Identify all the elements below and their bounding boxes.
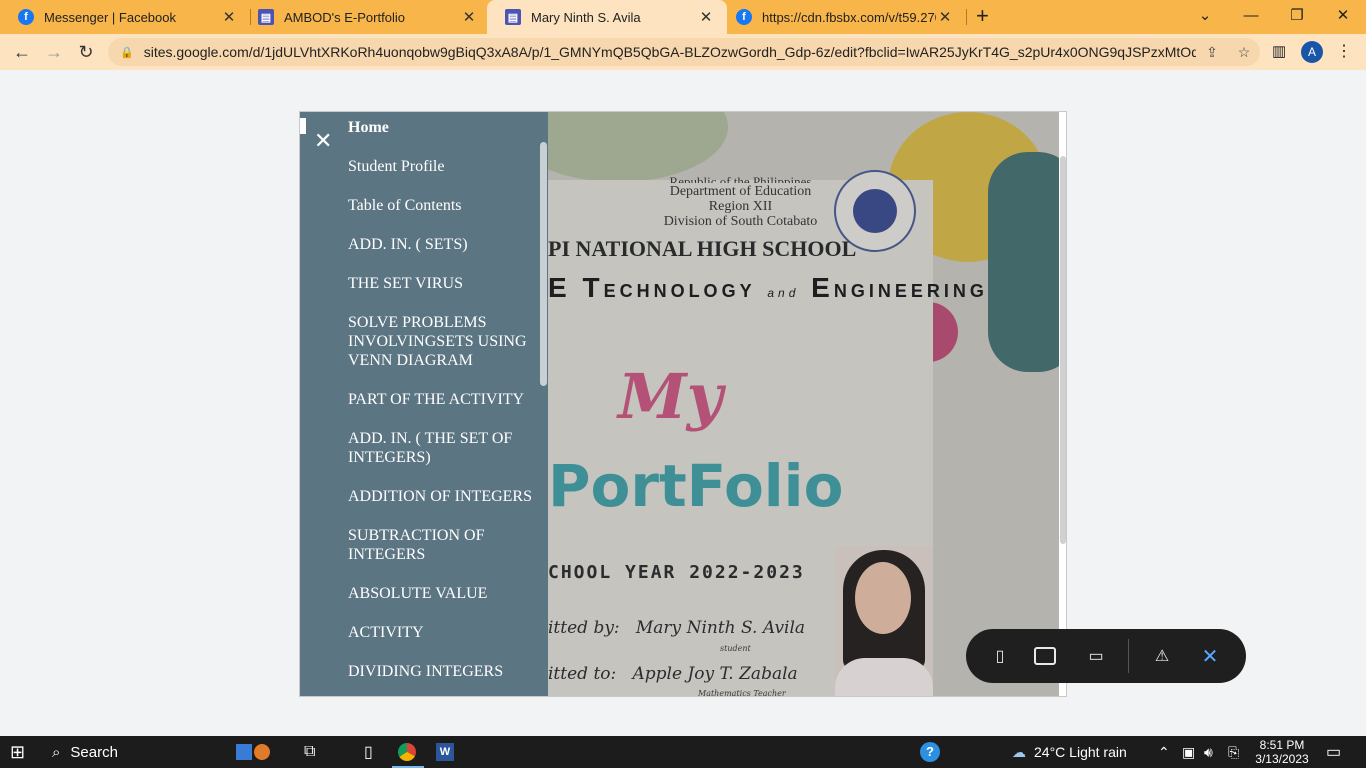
nav-item-table-of-contents[interactable]: Table of Contents (348, 196, 534, 215)
tab-title: Mary Ninth S. Avila (531, 9, 641, 25)
nav-item-absolute-value[interactable]: ABSOLUTE VALUE (348, 584, 534, 603)
close-tab-icon[interactable]: ✕ (460, 8, 478, 26)
page-content: Republic of the Philippines Department o… (0, 70, 1366, 736)
nav-item-student-profile[interactable]: Student Profile (348, 157, 534, 176)
tab-separator (966, 9, 967, 25)
google-sites-icon: ▤ (258, 9, 274, 25)
site-preview-frame: Republic of the Philippines Department o… (299, 111, 1067, 697)
windows-start-icon[interactable]: ⊞ (10, 736, 25, 768)
new-tab-button[interactable]: + (976, 3, 989, 29)
tab-ambod-portfolio[interactable]: ▤ AMBOD's E-Portfolio ✕ (240, 0, 490, 34)
menu-kebab-icon[interactable]: ⋮ (1336, 41, 1352, 61)
preview-scrollbar[interactable] (1060, 156, 1066, 544)
weather-widget[interactable]: ☁ 24°C Light rain (1012, 736, 1127, 768)
volume-icon[interactable]: 🔊︎ (1204, 736, 1213, 768)
phone-icon[interactable]: ▯ (986, 642, 1014, 670)
nav-item-add-in-sets[interactable]: ADD. IN. ( SETS) (348, 235, 534, 254)
minimize-button[interactable]: — (1228, 0, 1274, 30)
nav-focus-marker (300, 118, 306, 134)
profile-avatar[interactable]: A (1301, 41, 1323, 63)
url-text: sites.google.com/d/1jdULVhtXRKoRh4uonqob… (143, 44, 1196, 60)
lock-icon[interactable]: 🔒 (120, 46, 134, 59)
show-hidden-icons-chevron[interactable]: ⌃ (1158, 736, 1170, 768)
back-button[interactable]: ← (10, 40, 34, 64)
feedback-icon[interactable]: ⚠ (1148, 642, 1176, 670)
reload-button[interactable]: ↻ (74, 40, 98, 64)
share-icon[interactable]: ⇪ (1196, 44, 1228, 61)
clock-time: 8:51 PM (1259, 738, 1305, 752)
side-panel-icon[interactable]: ▥ (1272, 42, 1286, 60)
nav-list: Home Student Profile Table of Contents A… (348, 118, 534, 696)
preview-device-toolbar: ▯ ▭ ⚠ ✕ (966, 629, 1246, 683)
close-window-button[interactable]: ✕ (1320, 0, 1366, 30)
laptop-icon[interactable]: ▭ (1082, 642, 1110, 670)
close-nav-icon[interactable]: ✕ (314, 128, 332, 154)
nav-item-activity[interactable]: ACTIVITY (348, 623, 534, 642)
browser-toolbar: ← → ↻ 🔒 sites.google.com/d/1jdULVhtXRKoR… (0, 34, 1366, 70)
close-tab-icon[interactable]: ✕ (936, 8, 954, 26)
toolbar-separator (1128, 639, 1129, 673)
help-icon[interactable]: ? (920, 736, 940, 768)
nav-item-part-of-activity[interactable]: PART OF THE ACTIVITY (348, 390, 534, 409)
network-icon[interactable]: ⎘ (1228, 736, 1239, 768)
nav-scrollbar[interactable] (540, 142, 547, 386)
search-label: Search (70, 743, 118, 761)
tab-cdn-fbsbx[interactable]: f https://cdn.fbsbx.com/v/t59.2708 ✕ (718, 0, 966, 34)
file-explorer-icon[interactable]: ▯ (364, 736, 373, 768)
google-sites-icon: ▤ (505, 9, 521, 25)
site-side-navigation: ✕ Home Student Profile Table of Contents… (300, 112, 548, 696)
close-icon[interactable]: ✕ (1196, 642, 1224, 670)
forward-button[interactable]: → (42, 40, 66, 64)
nav-item-dividing-integers[interactable]: DIVIDING INTEGERS (348, 662, 534, 681)
chrome-taskbar-icon[interactable] (398, 736, 416, 768)
weather-text: 24°C Light rain (1034, 744, 1127, 760)
tablet-icon[interactable] (1034, 647, 1056, 665)
address-bar[interactable]: 🔒 sites.google.com/d/1jdULVhtXRKoRh4uonq… (108, 38, 1260, 66)
nav-item-add-in-integers[interactable]: ADD. IN. ( THE SET OF INTEGERS) (348, 429, 534, 467)
tab-mary-ninth-avila[interactable]: ▤ Mary Ninth S. Avila ✕ (487, 0, 727, 34)
widgets-icon[interactable] (236, 736, 270, 768)
facebook-icon: f (736, 9, 752, 25)
search-icon: ⌕ (52, 743, 61, 761)
word-taskbar-icon[interactable]: W (436, 736, 454, 768)
meet-now-icon[interactable]: ▣ (1182, 736, 1195, 768)
tab-title: https://cdn.fbsbx.com/v/t59.2708 (762, 9, 936, 25)
nav-item-addition-of-integers[interactable]: ADDITION OF INTEGERS (348, 487, 534, 506)
bookmark-star-icon[interactable]: ☆ (1228, 44, 1260, 61)
nav-item-home[interactable]: Home (348, 118, 534, 137)
facebook-icon: f (18, 9, 34, 25)
preview-dim-overlay (548, 112, 1059, 696)
tab-messenger[interactable]: f Messenger | Facebook ✕ (0, 0, 250, 34)
tab-title: AMBOD's E-Portfolio (284, 9, 405, 25)
nav-item-set-virus[interactable]: THE SET VIRUS (348, 274, 534, 293)
tab-search-chevron-icon[interactable]: ⌄ (1182, 0, 1228, 30)
nav-item-subtraction-of-integers[interactable]: SUBTRACTION OF INTEGERS (348, 526, 534, 564)
rain-cloud-icon: ☁ (1012, 743, 1026, 760)
task-view-icon[interactable]: ⧉ (304, 736, 315, 768)
close-tab-icon[interactable]: ✕ (697, 8, 715, 26)
system-clock[interactable]: 8:51 PM 3/13/2023 (1246, 738, 1318, 766)
clock-date: 3/13/2023 (1255, 752, 1309, 766)
tab-strip: f Messenger | Facebook ✕ ▤ AMBOD's E-Por… (0, 0, 1366, 34)
windows-taskbar: ⊞ ⌕ Search ⧉ ▯ W ? ☁ 24°C Light rain ⌃ ▣… (0, 736, 1366, 768)
close-tab-icon[interactable]: ✕ (220, 8, 238, 26)
notifications-icon[interactable]: ▭ (1326, 736, 1341, 768)
tab-title: Messenger | Facebook (44, 9, 176, 25)
taskbar-search[interactable]: ⌕ Search (40, 736, 226, 768)
restore-button[interactable]: ❐ (1274, 0, 1320, 30)
nav-item-solve-problems-venn[interactable]: SOLVE PROBLEMS INVOLVINGSETS USING VENN … (348, 313, 534, 370)
